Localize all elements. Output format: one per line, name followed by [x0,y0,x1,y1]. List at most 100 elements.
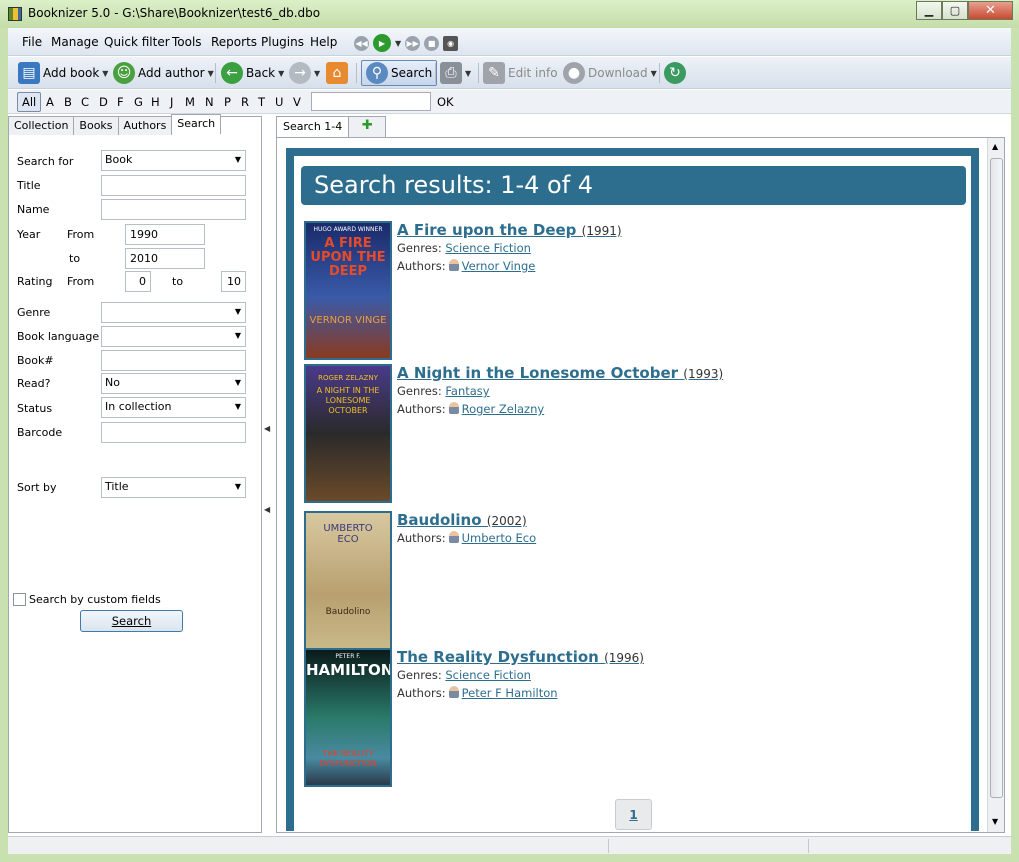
letter-n[interactable]: N [205,95,214,109]
menu-manage[interactable]: Manage [51,35,99,49]
forward-button[interactable]: → ▼ [289,60,320,86]
person-icon [448,686,459,698]
year-from-input[interactable]: 1990 [125,224,205,245]
scroll-thumb[interactable] [990,158,1003,798]
genre-link[interactable]: Science Fiction [445,668,531,682]
search-for-select[interactable]: Book ▼ [101,150,246,171]
letter-f[interactable]: F [117,95,124,109]
book-title: The Reality Dysfunction [397,648,599,666]
menu-tools[interactable]: Tools [172,35,202,49]
letter-t[interactable]: T [258,95,265,109]
book-cover[interactable]: PETER F. HAMILTON THE REALITY DYSFUNCTIO… [304,648,392,787]
tab-collection[interactable]: Collection [8,116,75,135]
status-value: In collection [105,400,172,413]
genre-link[interactable]: Fantasy [445,384,489,398]
chevron-down-icon[interactable]: ▼ [314,69,320,78]
book-language-select[interactable]: ▼ [101,326,246,347]
letter-v[interactable]: V [293,95,301,109]
status-select[interactable]: In collection ▼ [101,397,246,418]
letter-p[interactable]: P [224,95,231,109]
book-title-link[interactable]: Baudolino (2002) [397,511,527,529]
alphabet-ok-button[interactable]: OK [437,95,454,109]
letter-g[interactable]: G [134,95,143,109]
stop-icon[interactable]: ■ [424,35,440,51]
sync-button[interactable]: ↻ [664,60,686,86]
letter-all[interactable]: All [17,92,42,112]
scroll-up-icon[interactable]: ▲ [992,142,998,151]
name-input[interactable] [101,199,246,220]
letter-r[interactable]: R [241,95,249,109]
tab-authors[interactable]: Authors [117,116,173,135]
alphabet-search-input[interactable] [311,92,431,111]
speaker-icon[interactable]: ◉ [443,35,459,51]
author-link[interactable]: Roger Zelazny [462,402,545,416]
play-icon[interactable]: ▶ [373,34,391,52]
edit-info-label: Edit info [508,66,558,80]
forward-icon[interactable]: ▶▶ [405,35,421,51]
tab-search-results[interactable]: Search 1-4 [276,116,350,137]
letter-m[interactable]: M [185,95,195,109]
page-1-link[interactable]: 1 [615,799,652,830]
sort-by-select[interactable]: Title ▼ [101,477,246,498]
rating-from-input[interactable]: 0 [125,271,151,292]
search-button[interactable]: Search [80,610,183,632]
minimize-button[interactable]: ▁ [916,1,942,20]
book-title-link[interactable]: The Reality Dysfunction (1996) [397,648,644,666]
letter-h[interactable]: H [151,95,160,109]
menu-file[interactable]: File [22,35,42,49]
search-toolbar-button[interactable]: ⚲ Search [361,60,438,86]
read-select[interactable]: No ▼ [101,373,246,394]
letter-d[interactable]: D [99,95,108,109]
authors-label: Authors: [397,531,446,545]
title-input[interactable] [101,175,246,196]
year-to-input[interactable]: 2010 [125,248,205,269]
author-link[interactable]: Vernor Vinge [462,259,536,273]
genre-select[interactable]: ▼ [101,302,246,323]
chevron-down-icon[interactable]: ▼ [465,69,471,78]
add-author-button[interactable]: ☺ Add author ▼ [113,60,214,86]
chevron-down-icon[interactable]: ▼ [102,69,108,78]
scroll-down-icon[interactable]: ▼ [992,817,998,826]
genre-link[interactable]: Science Fiction [445,241,531,255]
print-button[interactable]: ⎙ ▼ [440,60,471,86]
maximize-button[interactable]: ▢ [942,1,968,20]
author-link[interactable]: Umberto Eco [462,531,537,545]
download-button[interactable]: ● Download ▼ [563,60,657,86]
home-button[interactable]: ⌂ [326,60,348,86]
chevron-down-icon[interactable]: ▼ [208,69,214,78]
rewind-icon[interactable]: ◀◀ [354,35,369,51]
add-book-button[interactable]: ▤ Add book ▼ [18,60,108,86]
letter-a[interactable]: A [46,95,54,109]
close-button[interactable]: ✕ [968,1,1013,20]
menu-reports[interactable]: Reports [211,35,257,49]
letter-j[interactable]: J [170,95,173,109]
tab-search[interactable]: Search [171,114,222,134]
barcode-input[interactable] [101,422,246,443]
chevron-down-icon[interactable]: ▼ [278,69,284,78]
book-number-input[interactable] [101,350,246,371]
letter-u[interactable]: U [275,95,283,109]
title-bar: Booknizer 5.0 - G:\Share\Booknizer\test6… [0,0,1019,28]
tab-books[interactable]: Books [73,116,119,135]
menu-plugins[interactable]: Plugins [261,35,304,49]
menu-help[interactable]: Help [310,35,337,49]
book-cover[interactable]: UMBERTO ECO Baudolino [304,511,392,650]
letter-b[interactable]: B [64,95,72,109]
book-title-link[interactable]: A Night in the Lonesome October (1993) [397,364,723,382]
panel-splitter[interactable]: ◀ ◀ [264,424,272,524]
book-title-link[interactable]: A Fire upon the Deep (1991) [397,221,622,239]
chevron-down-icon[interactable]: ▼ [651,69,657,78]
menu-quick-filter[interactable]: Quick filter [104,35,170,49]
author-link[interactable]: Peter F Hamilton [462,686,558,700]
vertical-scrollbar[interactable]: ▲ ▼ [987,138,1004,832]
book-cover[interactable]: ROGER ZELAZNY A NIGHT IN THE LONESOME OC… [304,364,392,503]
book-cover[interactable]: HUGO AWARD WINNER A FIRE UPON THE DEEP V… [304,221,392,360]
chevron-down-icon[interactable]: ▼ [395,39,401,48]
search-label: Search [391,66,433,80]
rating-to-input[interactable]: 10 [221,271,246,292]
custom-fields-checkbox[interactable] [13,593,26,606]
new-tab-button[interactable]: ✚ [348,116,387,137]
letter-c[interactable]: C [81,95,89,109]
back-button[interactable]: ← Back ▼ [221,60,284,86]
edit-info-button[interactable]: ✎ Edit info [483,60,558,86]
